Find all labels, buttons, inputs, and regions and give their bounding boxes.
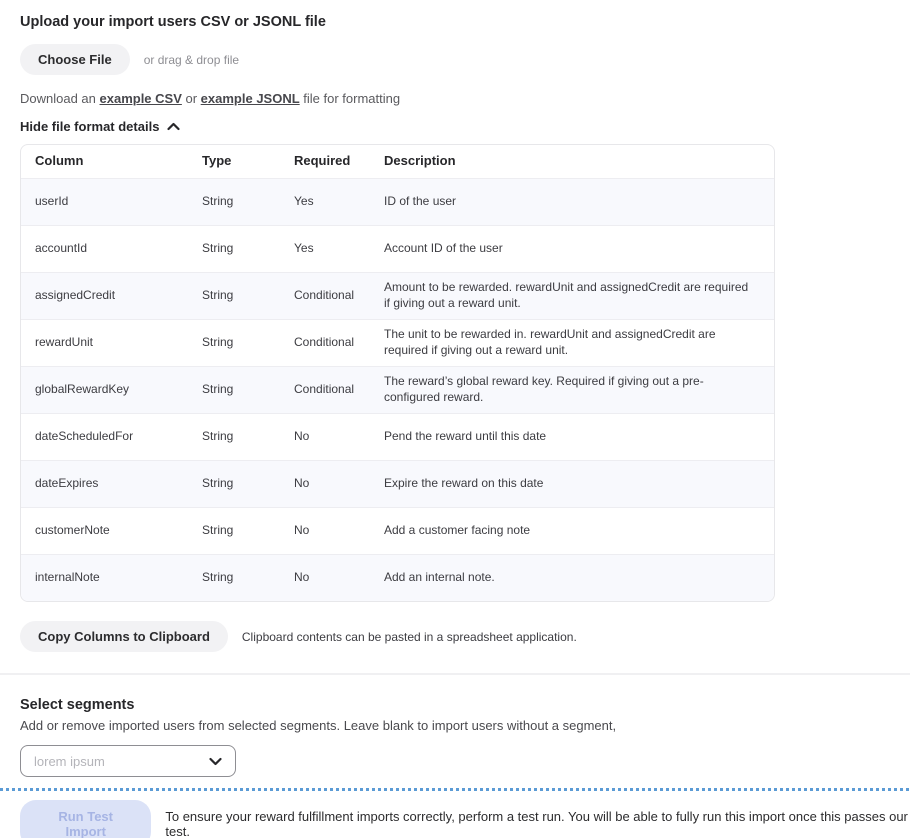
cell-type: String <box>202 429 294 445</box>
cell-type: String <box>202 382 294 398</box>
table-row: dateScheduledForStringNoPend the reward … <box>21 413 774 460</box>
cell-column: internalNote <box>35 570 202 586</box>
cell-description: Add an internal note. <box>384 570 774 586</box>
upload-section: Upload your import users CSV or JSONL fi… <box>20 14 890 652</box>
cell-type: String <box>202 476 294 492</box>
download-middle: or <box>182 91 201 106</box>
section-divider <box>0 673 910 675</box>
cell-column: globalRewardKey <box>35 382 202 398</box>
cell-required: No <box>294 523 384 539</box>
cell-required: Yes <box>294 194 384 210</box>
header-description: Description <box>384 153 774 170</box>
example-csv-link[interactable]: example CSV <box>100 91 182 106</box>
segments-select-placeholder: lorem ipsum <box>34 754 105 769</box>
test-import-note: To ensure your reward fulfillment import… <box>165 809 910 838</box>
file-upload-row: Choose File or drag & drop file <box>20 44 890 75</box>
segments-select[interactable]: lorem ipsum <box>20 745 236 777</box>
run-test-import-button[interactable]: Run Test Import <box>20 800 151 838</box>
cell-description: Add a customer facing note <box>384 523 774 539</box>
cell-required: Conditional <box>294 335 384 351</box>
cell-description: Amount to be rewarded. rewardUnit and as… <box>384 280 774 311</box>
cell-description: Account ID of the user <box>384 241 774 257</box>
header-column: Column <box>35 153 202 170</box>
file-format-table: Column Type Required Description userIdS… <box>20 144 775 602</box>
cell-column: dateScheduledFor <box>35 429 202 445</box>
segments-section: Select segments Add or remove imported u… <box>20 697 890 777</box>
cell-column: assignedCredit <box>35 288 202 304</box>
table-row: assignedCreditStringConditionalAmount to… <box>21 272 774 319</box>
test-import-footer: Run Test Import To ensure your reward fu… <box>0 788 910 838</box>
example-jsonl-link[interactable]: example JSONL <box>201 91 300 106</box>
cell-description: Expire the reward on this date <box>384 476 774 492</box>
table-header-row: Column Type Required Description <box>21 145 774 178</box>
cell-description: ID of the user <box>384 194 774 210</box>
header-required: Required <box>294 153 384 170</box>
table-row: rewardUnitStringConditionalThe unit to b… <box>21 319 774 366</box>
cell-required: Conditional <box>294 382 384 398</box>
footer-content: Run Test Import To ensure your reward fu… <box>0 791 910 838</box>
table-row: internalNoteStringNoAdd an internal note… <box>21 554 774 601</box>
cell-description: The reward’s global reward key. Required… <box>384 374 774 405</box>
hide-format-details-toggle[interactable]: Hide file format details <box>20 119 180 134</box>
format-table-body: userIdStringYesID of the useraccountIdSt… <box>21 178 774 601</box>
chevron-up-icon <box>167 122 180 131</box>
drag-drop-hint: or drag & drop file <box>144 53 239 67</box>
toggle-label: Hide file format details <box>20 119 159 134</box>
cell-required: No <box>294 570 384 586</box>
cell-column: dateExpires <box>35 476 202 492</box>
table-row: accountIdStringYesAccount ID of the user <box>21 225 774 272</box>
table-row: globalRewardKeyStringConditionalThe rewa… <box>21 366 774 413</box>
cell-required: Yes <box>294 241 384 257</box>
copy-columns-note: Clipboard contents can be pasted in a sp… <box>242 630 577 644</box>
choose-file-button[interactable]: Choose File <box>20 44 130 75</box>
cell-type: String <box>202 194 294 210</box>
upload-title: Upload your import users CSV or JSONL fi… <box>20 14 890 30</box>
cell-required: Conditional <box>294 288 384 304</box>
cell-column: userId <box>35 194 202 210</box>
copy-columns-button[interactable]: Copy Columns to Clipboard <box>20 621 228 652</box>
copy-columns-row: Copy Columns to Clipboard Clipboard cont… <box>20 621 890 652</box>
header-type: Type <box>202 153 294 170</box>
segments-description: Add or remove imported users from select… <box>20 718 890 733</box>
download-suffix: file for formatting <box>300 91 400 106</box>
table-row: dateExpiresStringNoExpire the reward on … <box>21 460 774 507</box>
cell-type: String <box>202 570 294 586</box>
cell-column: customerNote <box>35 523 202 539</box>
cell-type: String <box>202 523 294 539</box>
download-prefix: Download an <box>20 91 100 106</box>
cell-column: rewardUnit <box>35 335 202 351</box>
cell-type: String <box>202 241 294 257</box>
download-examples-line: Download an example CSV or example JSONL… <box>20 91 890 106</box>
segments-title: Select segments <box>20 697 890 713</box>
cell-type: String <box>202 335 294 351</box>
cell-required: No <box>294 476 384 492</box>
import-users-page: Upload your import users CSV or JSONL fi… <box>0 0 910 777</box>
cell-required: No <box>294 429 384 445</box>
chevron-down-icon <box>209 757 222 766</box>
cell-description: Pend the reward until this date <box>384 429 774 445</box>
table-row: customerNoteStringNoAdd a customer facin… <box>21 507 774 554</box>
cell-description: The unit to be rewarded in. rewardUnit a… <box>384 327 774 358</box>
table-row: userIdStringYesID of the user <box>21 178 774 225</box>
cell-type: String <box>202 288 294 304</box>
cell-column: accountId <box>35 241 202 257</box>
